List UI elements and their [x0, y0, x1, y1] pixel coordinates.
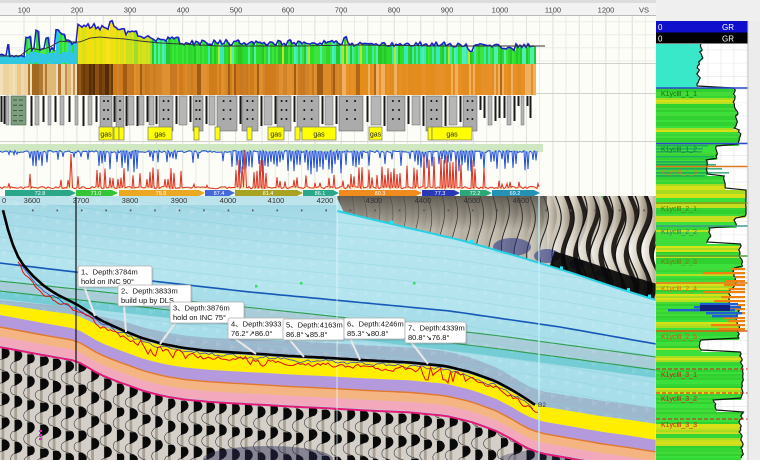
svg-text:gas: gas	[370, 132, 382, 139]
svg-text:K1ycⅢ_2_2: K1ycⅢ_2_2	[661, 229, 697, 236]
svg-text:build up by DLS: build up by DLS	[121, 296, 174, 305]
svg-text:76.2°↗86.0°: 76.2°↗86.0°	[231, 329, 272, 338]
svg-text:K1ycⅢ_1_3: K1ycⅢ_1_3	[661, 170, 697, 177]
svg-text:K1ycⅢ_1_2: K1ycⅢ_1_2	[661, 147, 697, 154]
svg-text:B2: B2	[538, 402, 546, 409]
svg-text:gas: gas	[313, 132, 325, 139]
svg-text:GR: GR	[722, 35, 734, 44]
svg-text:VS: VS	[639, 6, 649, 15]
svg-text:2、Depth:3833m: 2、Depth:3833m	[121, 287, 178, 296]
svg-text:3800: 3800	[122, 196, 139, 205]
svg-text:hold on INC 75°: hold on INC 75°	[173, 313, 226, 322]
svg-text:K1ycⅢ_2_1: K1ycⅢ_2_1	[661, 206, 697, 213]
svg-text:4500: 4500	[464, 196, 481, 205]
svg-text:K1ycⅢ_2_5: K1ycⅢ_2_5	[661, 334, 697, 341]
svg-text:K1ycⅢ_3_1: K1ycⅢ_3_1	[661, 372, 697, 379]
svg-text:gas: gas	[154, 132, 166, 139]
svg-text:4、Depth:3933: 4、Depth:3933	[231, 320, 281, 329]
svg-text:5、Depth:4163m: 5、Depth:4163m	[286, 321, 343, 330]
svg-text:3600: 3600	[24, 196, 41, 205]
svg-text:GR: GR	[722, 23, 734, 32]
svg-text:gas: gas	[100, 132, 112, 139]
svg-text:K1ycⅢ_1_1: K1ycⅢ_1_1	[661, 91, 697, 98]
svg-text:86.8°↘85.8°: 86.8°↘85.8°	[286, 330, 327, 339]
svg-text:K1ycⅢ_2_3: K1ycⅢ_2_3	[661, 259, 697, 266]
svg-text:3700: 3700	[73, 196, 90, 205]
svg-text:3、Depth:3876m: 3、Depth:3876m	[173, 304, 230, 313]
svg-text:6、Depth:4246m: 6、Depth:4246m	[347, 320, 404, 329]
svg-text:7、Depth:4339m: 7、Depth:4339m	[408, 324, 465, 333]
svg-text:K1ycⅢ_2_4: K1ycⅢ_2_4	[661, 286, 697, 293]
svg-text:4400: 4400	[415, 196, 432, 205]
svg-text:0: 0	[658, 35, 663, 44]
svg-text:gas: gas	[270, 132, 282, 139]
svg-text:85.3°↘80.8°: 85.3°↘80.8°	[347, 329, 388, 338]
svg-text:3900: 3900	[171, 196, 188, 205]
svg-text:4300: 4300	[366, 196, 383, 205]
svg-text:K1ycⅢ_3_3: K1ycⅢ_3_3	[661, 422, 697, 429]
svg-text:80.8°↘76.8°: 80.8°↘76.8°	[408, 333, 449, 342]
svg-text:1、Depth:3784m: 1、Depth:3784m	[81, 268, 138, 277]
svg-text:K1ycⅢ_3_2: K1ycⅢ_3_2	[661, 396, 697, 403]
svg-text:0: 0	[658, 23, 663, 32]
svg-text:4100: 4100	[268, 196, 285, 205]
svg-text:4000: 4000	[220, 196, 237, 205]
svg-text:4200: 4200	[317, 196, 334, 205]
svg-text:4600: 4600	[513, 196, 530, 205]
svg-text:0: 0	[2, 196, 6, 205]
svg-text:gas: gas	[446, 132, 458, 139]
